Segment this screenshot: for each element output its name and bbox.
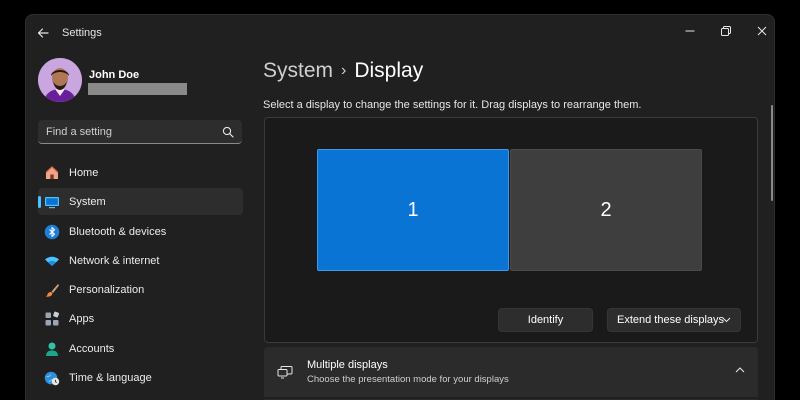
monitor-1[interactable]: 1 bbox=[317, 149, 509, 271]
sidebar-item-home[interactable]: Home bbox=[38, 159, 243, 186]
sidebar-item-label: Home bbox=[69, 167, 99, 179]
sidebar-item-label: Bluetooth & devices bbox=[69, 225, 167, 238]
sidebar-item-time-language[interactable]: Time & language bbox=[38, 364, 243, 391]
search-placeholder: Find a setting bbox=[46, 126, 113, 138]
back-arrow-icon bbox=[37, 28, 49, 38]
home-icon bbox=[45, 166, 59, 179]
breadcrumb-parent[interactable]: System bbox=[263, 59, 333, 82]
person-icon bbox=[46, 342, 58, 356]
display-arrangement-panel: 1 2 Identify Extend these displays bbox=[264, 117, 758, 343]
search-input[interactable]: Find a setting bbox=[38, 120, 242, 144]
breadcrumb: System › Display bbox=[263, 59, 423, 83]
search-icon[interactable] bbox=[222, 126, 234, 138]
sidebar-item-label: Time & language bbox=[69, 372, 152, 385]
scrollbar[interactable] bbox=[771, 105, 773, 201]
sidebar-item-label: Accounts bbox=[69, 342, 115, 355]
bluetooth-icon bbox=[44, 224, 60, 239]
chevron-up-icon[interactable] bbox=[735, 367, 745, 373]
display-instructions: Select a display to change the settings … bbox=[263, 99, 642, 111]
restore-button[interactable] bbox=[708, 17, 744, 45]
page-title: Display bbox=[354, 59, 424, 82]
sidebar-item-apps[interactable]: Apps bbox=[38, 305, 243, 332]
wifi-icon bbox=[45, 256, 59, 266]
avatar[interactable] bbox=[38, 58, 82, 102]
system-icon bbox=[45, 197, 59, 209]
sidebar-item-accounts[interactable]: Accounts bbox=[38, 335, 243, 362]
sidebar-item-label: Personalization bbox=[69, 284, 145, 297]
title-bar: Settings bbox=[26, 15, 774, 51]
sidebar-item-personalization[interactable]: Personalization bbox=[38, 276, 243, 303]
display-mode-label: Extend these displays bbox=[617, 314, 725, 326]
sidebar-item-system[interactable]: System bbox=[38, 188, 243, 216]
close-button[interactable] bbox=[744, 17, 774, 45]
settings-window: Settings John Doe Find a setting Home Sy… bbox=[25, 14, 775, 400]
identify-button[interactable]: Identify bbox=[498, 308, 593, 332]
user-photo-icon bbox=[38, 58, 82, 102]
sidebar-item-label: Apps bbox=[69, 313, 95, 326]
sidebar-item-label: System bbox=[69, 196, 106, 209]
multiple-displays-section[interactable]: Multiple displays Choose the presentatio… bbox=[264, 347, 758, 397]
multiple-displays-title: Multiple displays bbox=[307, 359, 388, 371]
minimize-icon bbox=[685, 30, 695, 32]
close-icon bbox=[757, 26, 767, 36]
sidebar-nav: Home System Bluetooth & devices Network … bbox=[38, 159, 243, 393]
user-email-redacted bbox=[88, 83, 187, 95]
minimize-button[interactable] bbox=[672, 17, 708, 45]
window-title: Settings bbox=[62, 27, 102, 39]
user-name: John Doe bbox=[89, 69, 140, 81]
apps-icon bbox=[45, 312, 60, 326]
sidebar-item-label: Network & internet bbox=[69, 254, 160, 267]
identify-button-label: Identify bbox=[527, 314, 564, 326]
chevron-down-icon bbox=[722, 317, 731, 323]
multiple-displays-icon bbox=[277, 366, 293, 379]
multiple-displays-subtitle: Choose the presentation mode for your di… bbox=[307, 374, 509, 385]
display-mode-dropdown[interactable]: Extend these displays bbox=[607, 308, 741, 332]
brush-icon bbox=[46, 284, 59, 297]
chevron-right-icon: › bbox=[341, 62, 347, 79]
globe-clock-icon bbox=[44, 371, 60, 386]
monitor-2[interactable]: 2 bbox=[510, 149, 702, 271]
restore-icon bbox=[721, 26, 731, 36]
sidebar-item-bluetooth[interactable]: Bluetooth & devices bbox=[38, 218, 243, 245]
sidebar-item-network[interactable]: Network & internet bbox=[38, 247, 243, 274]
back-button[interactable] bbox=[34, 24, 52, 42]
